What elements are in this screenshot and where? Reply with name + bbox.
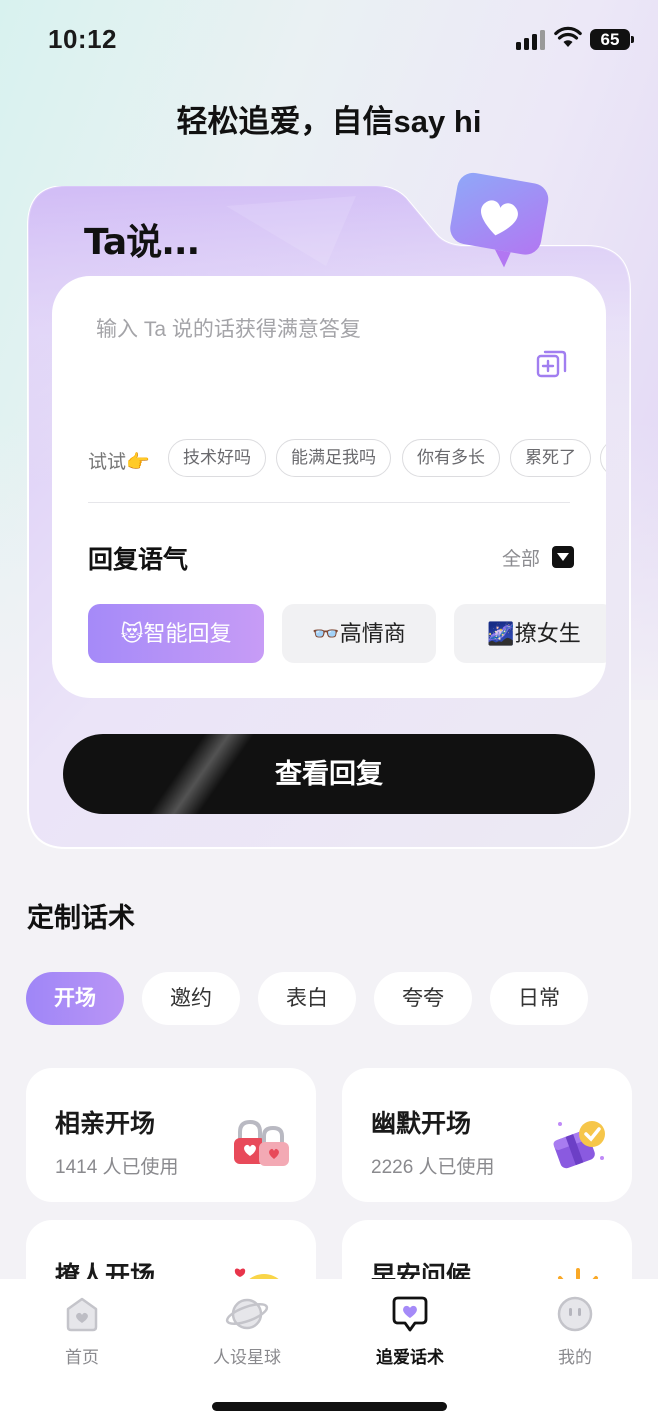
suggestion-chip[interactable]: 累死了 [510,439,591,477]
all-tones-label[interactable]: 全部 [502,544,540,571]
script-tile-humor[interactable]: 幽默开场 2226 人已使用 [342,1068,632,1202]
nav-label: 追爱话术 [376,1348,444,1367]
nav-label: 我的 [558,1348,592,1367]
message-input[interactable]: 输入 Ta 说的话获得满意答复 [96,313,361,343]
nav-mine[interactable]: 我的 [515,1295,635,1385]
heart-eyes-cat-icon: 😻 [120,621,144,646]
try-label: 试试👉 [88,452,150,473]
suggestion-chip[interactable]: 能满足我吗 [276,439,391,477]
tab-invite[interactable]: 邀约 [142,972,240,1025]
home-indicator [212,1402,447,1411]
script-category-tabs: 开场 邀约 表白 夸夸 日常 [26,972,626,1026]
page-headline: 轻松追爱，自信say hi [176,104,482,139]
tone-smart-reply[interactable]: 😻智能回复 [88,604,264,663]
wifi-icon [554,26,582,47]
custom-scripts-title: 定制话术 [27,903,135,933]
nav-home[interactable]: 首页 [22,1295,142,1385]
status-bar: 10:12 65 [0,0,658,80]
tone-flirt-girls[interactable]: 🌌撩女生 [454,604,606,663]
ta-says-title: Ta说... [84,222,200,263]
reply-card: Ta说... 输入 Ta 说的话获得满意答复 试试👉 技术好吗 能满足我吗 你有… [26,172,632,850]
tab-daily[interactable]: 日常 [490,972,588,1025]
tile-usage: 2226 人已使用 [371,1157,495,1178]
suggestion-chip[interactable]: 你有多长 [402,439,500,477]
battery-indicator: 65 [590,29,634,50]
view-reply-label: 查看回复 [275,759,383,789]
tile-usage: 1414 人已使用 [55,1157,179,1178]
suggestion-chip-partial[interactable] [600,439,606,477]
suggestion-chip[interactable]: 技术好吗 [168,439,266,477]
paste-add-icon[interactable] [536,348,568,380]
nav-label: 首页 [65,1348,99,1367]
status-time: 10:12 [48,24,117,54]
smiley-face-icon [557,1296,593,1332]
expand-tones-icon[interactable] [552,546,574,568]
tone-high-eq[interactable]: 👓高情商 [282,604,436,663]
purple-gift-badge-icon [553,1121,605,1169]
glasses-icon: 👓 [312,621,340,646]
nav-persona-planet[interactable]: 人设星球 [187,1295,307,1385]
script-tile-blind-date[interactable]: 相亲开场 1414 人已使用 [26,1068,316,1202]
message-input-panel: 输入 Ta 说的话获得满意答复 试试👉 技术好吗 能满足我吗 你有多长 累死了 … [52,276,606,698]
tone-label: 智能回复 [143,621,232,646]
tab-opening[interactable]: 开场 [26,972,124,1025]
tile-title: 幽默开场 [371,1110,472,1138]
tab-praise[interactable]: 夸夸 [374,972,472,1025]
chat-heart-icon [392,1296,428,1332]
heart-padlocks-icon [234,1119,289,1166]
tone-section-title: 回复语气 [88,546,189,574]
view-reply-button[interactable]: 查看回复 [63,734,595,814]
tab-confess[interactable]: 表白 [258,972,356,1025]
nav-label: 人设星球 [213,1348,281,1367]
nav-love-scripts[interactable]: 追爱话术 [350,1295,470,1385]
divider [88,502,570,503]
tone-label: 高情商 [339,621,406,646]
tone-options: 😻智能回复 👓高情商 🌌撩女生 [88,604,606,664]
heart-chat-bubble-icon [450,172,549,268]
tone-label: 撩女生 [514,621,581,646]
tile-title: 相亲开场 [55,1110,156,1138]
home-heart-icon [66,1297,98,1332]
milky-way-icon: 🌌 [487,621,515,646]
planet-icon [225,1298,269,1330]
cellular-signal-icon [516,30,546,50]
suggestion-row: 试试👉 技术好吗 能满足我吗 你有多长 累死了 [88,439,606,479]
